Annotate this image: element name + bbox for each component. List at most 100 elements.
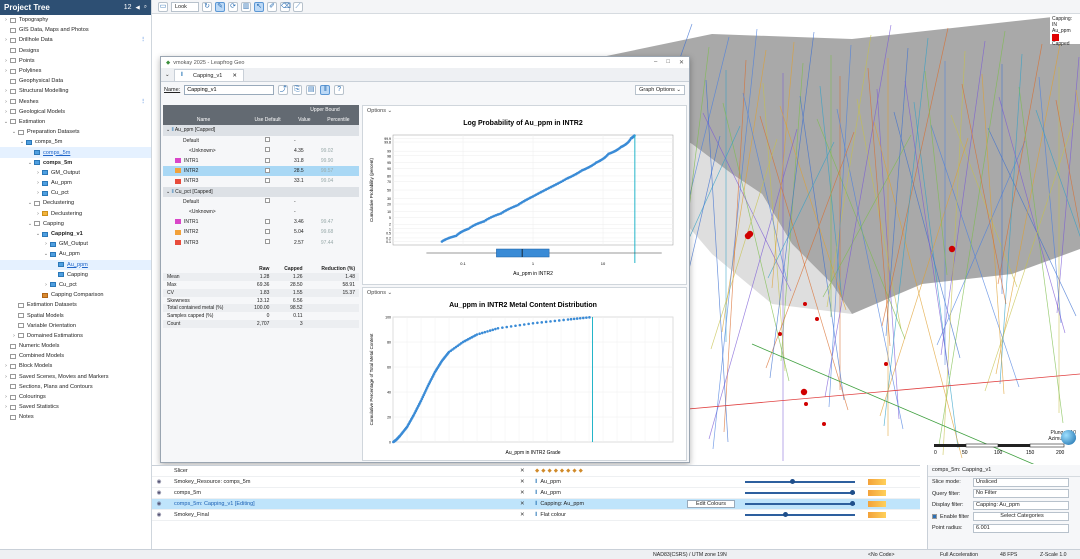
visibility-eye-icon[interactable]: ◉ bbox=[152, 512, 166, 518]
tree-item[interactable]: › GM_Output bbox=[0, 239, 151, 249]
tree-item[interactable]: Capping bbox=[0, 270, 151, 280]
value-cell[interactable]: 3.46 bbox=[291, 217, 318, 227]
tree-item[interactable]: › Saved Scenes, Movies and Markers bbox=[0, 372, 151, 382]
tree-item[interactable]: › Saved Statistics bbox=[0, 402, 151, 412]
colouring-select[interactable]: ⫴ Capping: Au_ppm bbox=[535, 501, 584, 508]
tree-item[interactable]: › GM_Output bbox=[0, 168, 151, 178]
tree-item[interactable]: › Polylines bbox=[0, 66, 151, 76]
tree-item[interactable]: comps_5m bbox=[0, 147, 151, 158]
visibility-eye-icon[interactable]: ◉ bbox=[152, 479, 166, 485]
tree-item[interactable]: › Cu_pct bbox=[0, 188, 151, 198]
value-cell[interactable]: 2.57 bbox=[291, 237, 318, 247]
expand-arrow-icon[interactable]: ⌄ bbox=[35, 231, 41, 237]
table-row[interactable]: INTR2 28.5 99.57 bbox=[163, 166, 359, 177]
refresh-icon[interactable]: ⟳ bbox=[228, 1, 238, 12]
table-row[interactable]: <Unknown> - bbox=[163, 207, 359, 217]
tree-item[interactable]: Estimation Datasets bbox=[0, 300, 151, 310]
expand-arrow-icon[interactable]: › bbox=[3, 363, 9, 369]
tree-item[interactable]: Geophysical Data bbox=[0, 76, 151, 86]
select-cursor-icon[interactable]: ↖ bbox=[254, 1, 264, 12]
use-default-checkbox[interactable] bbox=[265, 218, 271, 224]
tab-close-icon[interactable]: ✕ bbox=[232, 73, 237, 79]
slider-handle[interactable] bbox=[850, 490, 855, 495]
ruler-icon[interactable]: ⟋ bbox=[293, 1, 303, 12]
use-default-checkbox[interactable] bbox=[265, 228, 271, 234]
value-cell[interactable]: - bbox=[291, 136, 318, 146]
table-row[interactable]: INTR1 31.8 99.90 bbox=[163, 156, 359, 166]
slider-handle[interactable] bbox=[790, 479, 795, 484]
tree-item[interactable]: GIS Data, Maps and Photos bbox=[0, 25, 151, 35]
opacity-slider[interactable] bbox=[745, 501, 855, 506]
tree-item[interactable]: ⌄ Capping_v1 bbox=[0, 229, 151, 239]
tree-item[interactable]: › Au_ppm bbox=[0, 178, 151, 188]
tree-item[interactable]: Designs bbox=[0, 46, 151, 56]
value-cell[interactable]: - bbox=[291, 207, 318, 217]
expand-arrow-icon[interactable]: › bbox=[3, 37, 9, 43]
expand-arrow-icon[interactable]: ⌄ bbox=[27, 221, 33, 227]
remove-icon[interactable]: ✕ bbox=[520, 479, 525, 485]
remove-icon[interactable]: ✕ bbox=[520, 490, 525, 496]
expand-arrow-icon[interactable]: › bbox=[11, 333, 17, 339]
table-row[interactable]: Default - bbox=[163, 136, 359, 146]
expand-arrow-icon[interactable]: ⌄ bbox=[3, 119, 9, 125]
minimize-icon[interactable]: – bbox=[654, 59, 657, 66]
opacity-slider[interactable] bbox=[745, 512, 855, 517]
tree-item[interactable]: ⌄ comps_5m bbox=[0, 137, 151, 147]
tree-item[interactable]: › Declustering bbox=[0, 209, 151, 219]
slider-handle[interactable] bbox=[850, 501, 855, 506]
eraser-icon[interactable]: ⌫ bbox=[280, 1, 291, 12]
expand-arrow-icon[interactable]: › bbox=[3, 68, 9, 74]
tree-item[interactable]: › Block Models bbox=[0, 361, 151, 371]
tree-item[interactable]: ⌄ Preparation Datasets bbox=[0, 127, 151, 137]
table-row[interactable]: INTR2 5.04 99.68 bbox=[163, 227, 359, 237]
expand-arrow-icon[interactable]: › bbox=[43, 282, 49, 288]
query-filter-select[interactable]: No Filter bbox=[973, 489, 1069, 499]
shape-list-row[interactable]: Slicer ✕ ◆◆◆◆◆◆◆◆ bbox=[152, 466, 920, 477]
draw-icon[interactable]: ✎ bbox=[215, 1, 225, 12]
search-icon[interactable]: ⌕ bbox=[144, 4, 147, 11]
tree-item[interactable]: Sections, Plans and Contours bbox=[0, 382, 151, 392]
shape-list-row[interactable]: ◉ Smokey_Final ✕ ⫴ Flat colour bbox=[152, 510, 920, 521]
expand-arrow-icon[interactable]: › bbox=[35, 190, 41, 196]
maximize-icon[interactable]: □ bbox=[666, 59, 670, 66]
use-default-checkbox[interactable] bbox=[265, 239, 271, 245]
tab-capping-v1[interactable]: ⫴ Capping_v1 ✕ bbox=[173, 69, 244, 81]
value-cell[interactable]: - bbox=[291, 197, 318, 207]
expand-arrow-icon[interactable]: › bbox=[3, 374, 9, 380]
shape-list-row[interactable]: ◉ comps_5m ✕ ⫴ Au_ppm bbox=[152, 488, 920, 499]
crs-label[interactable]: NAD83(CSRS) / UTM zone 19N bbox=[653, 552, 727, 558]
table-row[interactable]: <Unknown> 4.35 99.02 bbox=[163, 146, 359, 156]
help-icon[interactable]: ? bbox=[334, 84, 345, 95]
tree-item[interactable]: Spatial Models bbox=[0, 310, 151, 320]
expand-arrow-icon[interactable]: › bbox=[43, 241, 49, 247]
expand-arrow-icon[interactable]: › bbox=[3, 99, 9, 105]
expand-arrow-icon[interactable]: ⌄ bbox=[19, 139, 25, 145]
more-options-icon[interactable]: ⋮ bbox=[140, 99, 146, 105]
expand-arrow-icon[interactable]: › bbox=[35, 170, 41, 176]
tree-item[interactable]: ⌄ Capping bbox=[0, 219, 151, 229]
tree-item[interactable]: › Domained Estimations bbox=[0, 331, 151, 341]
chevron-down-icon[interactable]: ⌄ bbox=[165, 72, 170, 78]
tree-item[interactable]: Notes bbox=[0, 412, 151, 422]
use-default-checkbox[interactable] bbox=[265, 147, 271, 153]
expand-arrow-icon[interactable]: ⌄ bbox=[11, 129, 17, 135]
use-default-checkbox[interactable] bbox=[265, 167, 271, 173]
enable-filter-checkbox[interactable] bbox=[932, 514, 937, 520]
expand-arrow-icon[interactable]: › bbox=[3, 58, 9, 64]
opacity-slider[interactable] bbox=[745, 479, 855, 484]
columns-icon[interactable]: ⫴ bbox=[320, 84, 331, 95]
edit-colours-button[interactable]: Edit Colours bbox=[687, 500, 735, 508]
tree-item[interactable]: › Geological Models bbox=[0, 107, 151, 117]
pan-icon[interactable]: ▭ bbox=[158, 1, 168, 12]
options-dropdown-2[interactable]: Options ⌄ bbox=[363, 288, 686, 297]
tree-item[interactable]: Au_ppm bbox=[0, 259, 151, 270]
slider-handle[interactable] bbox=[783, 512, 788, 517]
pencil-icon[interactable]: ✐ bbox=[267, 1, 277, 12]
colouring-select[interactable]: ⫴ Flat colour bbox=[535, 512, 566, 519]
expand-arrow-icon[interactable]: ⌄ bbox=[43, 251, 49, 257]
tree-item[interactable]: ⌄ Estimation bbox=[0, 117, 151, 127]
slice-mode-select[interactable]: Unsliced bbox=[973, 477, 1069, 487]
tree-item[interactable]: › Meshes ⋮ bbox=[0, 97, 151, 107]
remove-icon[interactable]: ✕ bbox=[520, 468, 525, 474]
options-dropdown[interactable]: Options ⌄ bbox=[363, 106, 686, 115]
